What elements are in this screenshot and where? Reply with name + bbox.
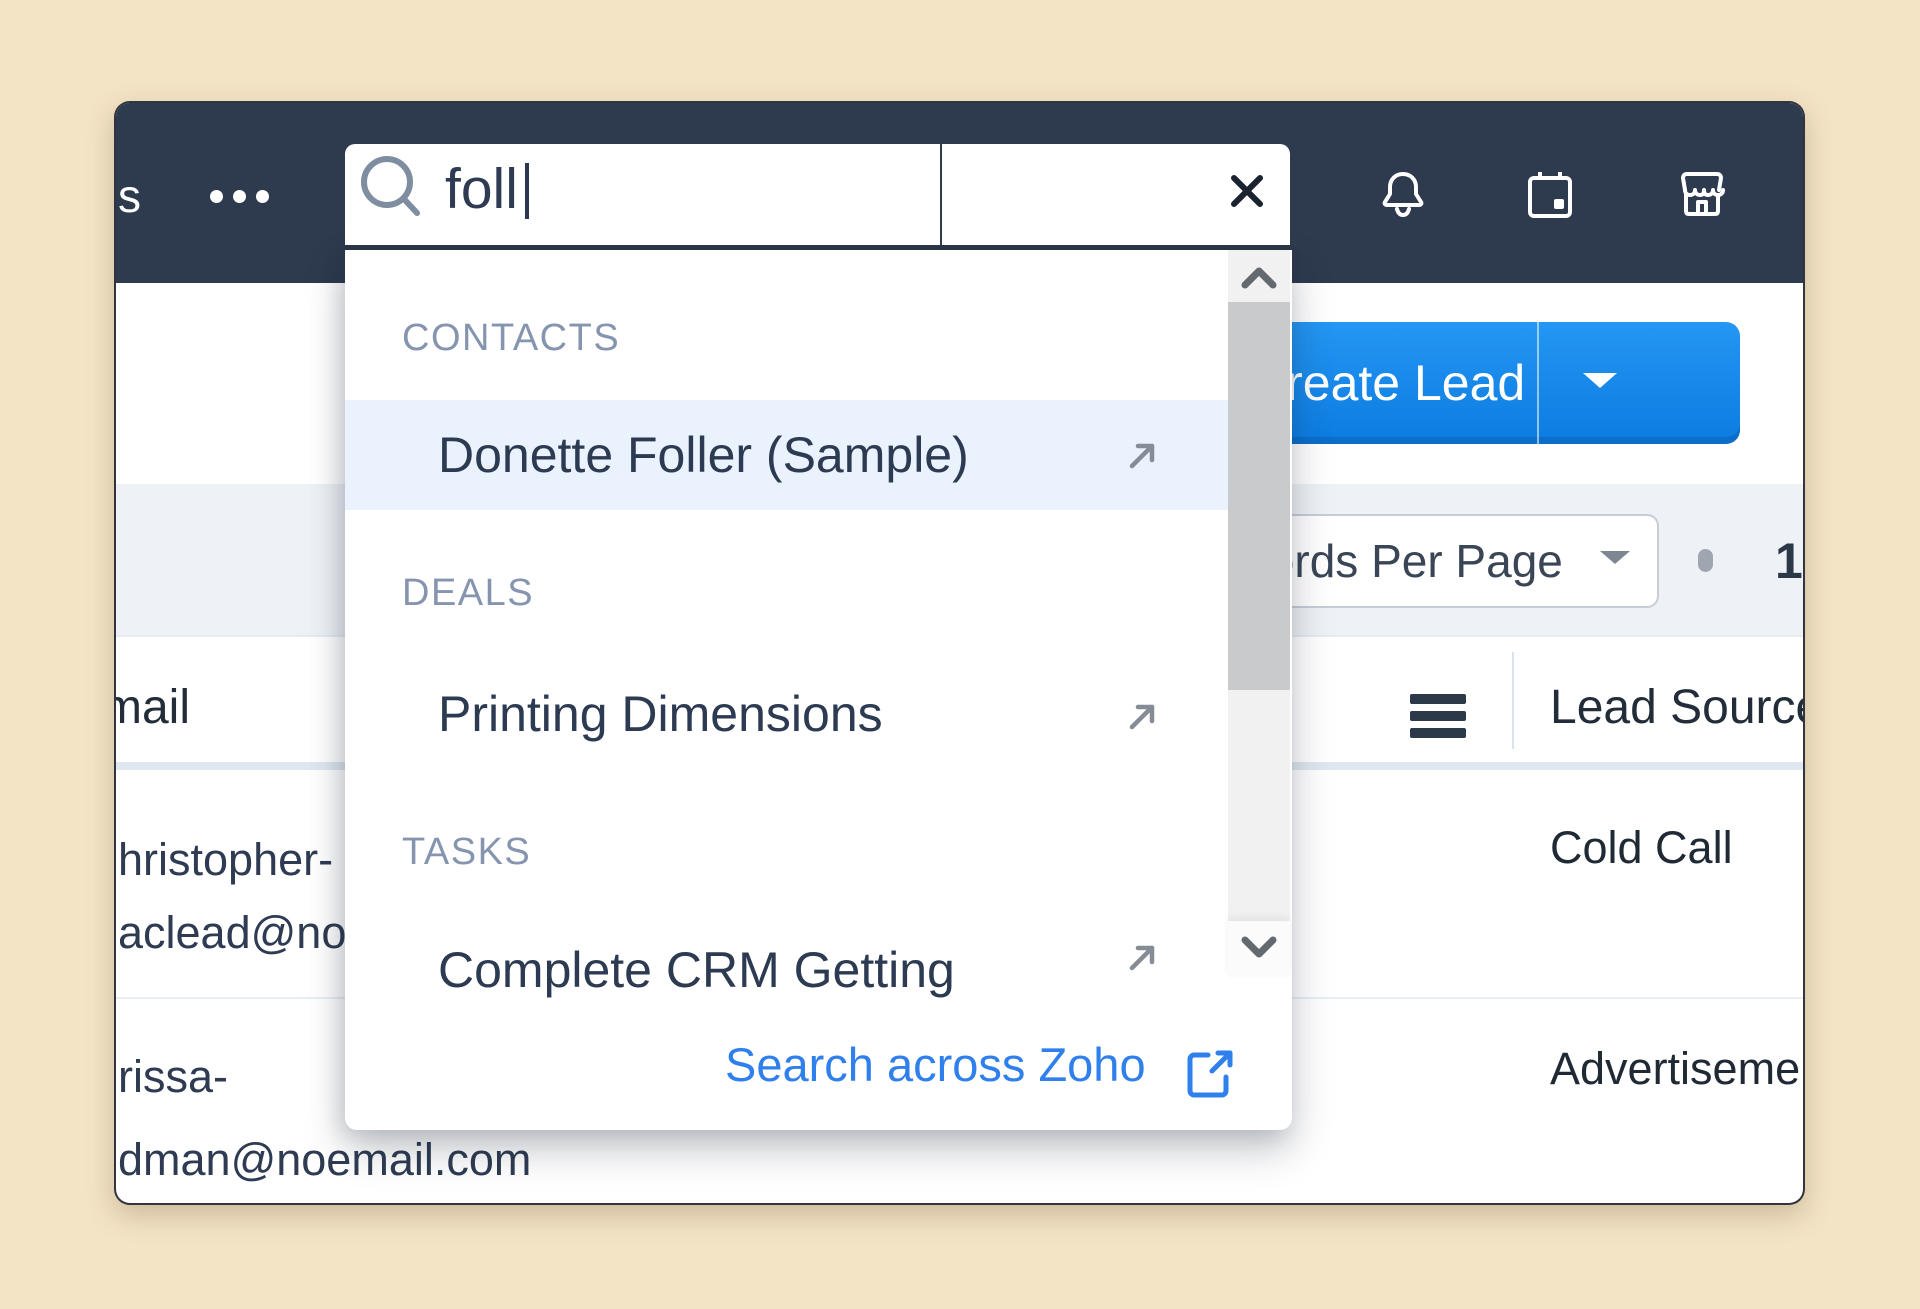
- result-item-deal[interactable]: Printing Dimensions: [438, 684, 883, 744]
- scrollbar-thumb[interactable]: [1228, 302, 1290, 690]
- search-input[interactable]: foll: [445, 158, 518, 220]
- more-menu-icon[interactable]: [210, 190, 269, 203]
- scroll-up-button[interactable]: [1228, 250, 1290, 302]
- dropdown-scrollbar[interactable]: [1228, 250, 1290, 977]
- select-caret-icon[interactable]: [1600, 551, 1630, 564]
- search-section-divider: [940, 144, 942, 245]
- section-label-tasks: TASKS: [402, 829, 531, 875]
- global-search-box[interactable]: foll: [345, 144, 1290, 250]
- lead-source-cell[interactable]: Cold Call: [1550, 820, 1733, 876]
- section-label-contacts: CONTACTS: [402, 315, 620, 361]
- separator-dot: [1698, 549, 1713, 572]
- scroll-down-button[interactable]: [1228, 921, 1290, 977]
- marketplace-icon[interactable]: [1673, 165, 1731, 223]
- crm-window: s: [114, 101, 1805, 1205]
- external-link-icon[interactable]: [1182, 1045, 1238, 1101]
- search-across-zoho-link[interactable]: Search across Zoho: [725, 1035, 1146, 1095]
- column-settings-icon[interactable]: [1410, 694, 1466, 745]
- email-cell-line[interactable]: rissa-: [118, 1049, 228, 1105]
- text-caret: [525, 163, 529, 219]
- lead-source-cell[interactable]: Advertisement: [1550, 1041, 1805, 1097]
- open-record-arrow-icon[interactable]: [1126, 699, 1160, 733]
- search-results-dropdown: CONTACTS Donette Foller (Sample) DEALS P…: [345, 250, 1292, 1130]
- button-split-divider: [1537, 322, 1539, 444]
- calendar-icon[interactable]: [1521, 165, 1579, 223]
- clipped-nav-item[interactable]: s: [118, 166, 141, 226]
- email-cell-line[interactable]: hristopher-: [118, 832, 333, 888]
- record-count: 1: [1775, 530, 1803, 592]
- column-divider: [1512, 652, 1514, 749]
- email-cell-line[interactable]: dman@noemail.com: [118, 1132, 531, 1188]
- email-column-header[interactable]: mail: [114, 679, 190, 737]
- bell-icon[interactable]: [1374, 165, 1432, 223]
- section-label-deals: DEALS: [402, 570, 534, 616]
- result-item-task[interactable]: Complete CRM Getting: [438, 940, 955, 1000]
- lead-source-column-header[interactable]: Lead Source: [1550, 679, 1805, 737]
- search-icon: [360, 155, 424, 219]
- open-record-arrow-icon[interactable]: [1126, 438, 1160, 472]
- desktop-background: s: [0, 0, 1920, 1309]
- create-lead-dropdown-caret-icon[interactable]: [1583, 373, 1617, 388]
- close-icon[interactable]: [1227, 171, 1267, 211]
- result-item-contact[interactable]: Donette Foller (Sample): [438, 425, 969, 485]
- open-record-arrow-icon[interactable]: [1126, 940, 1160, 974]
